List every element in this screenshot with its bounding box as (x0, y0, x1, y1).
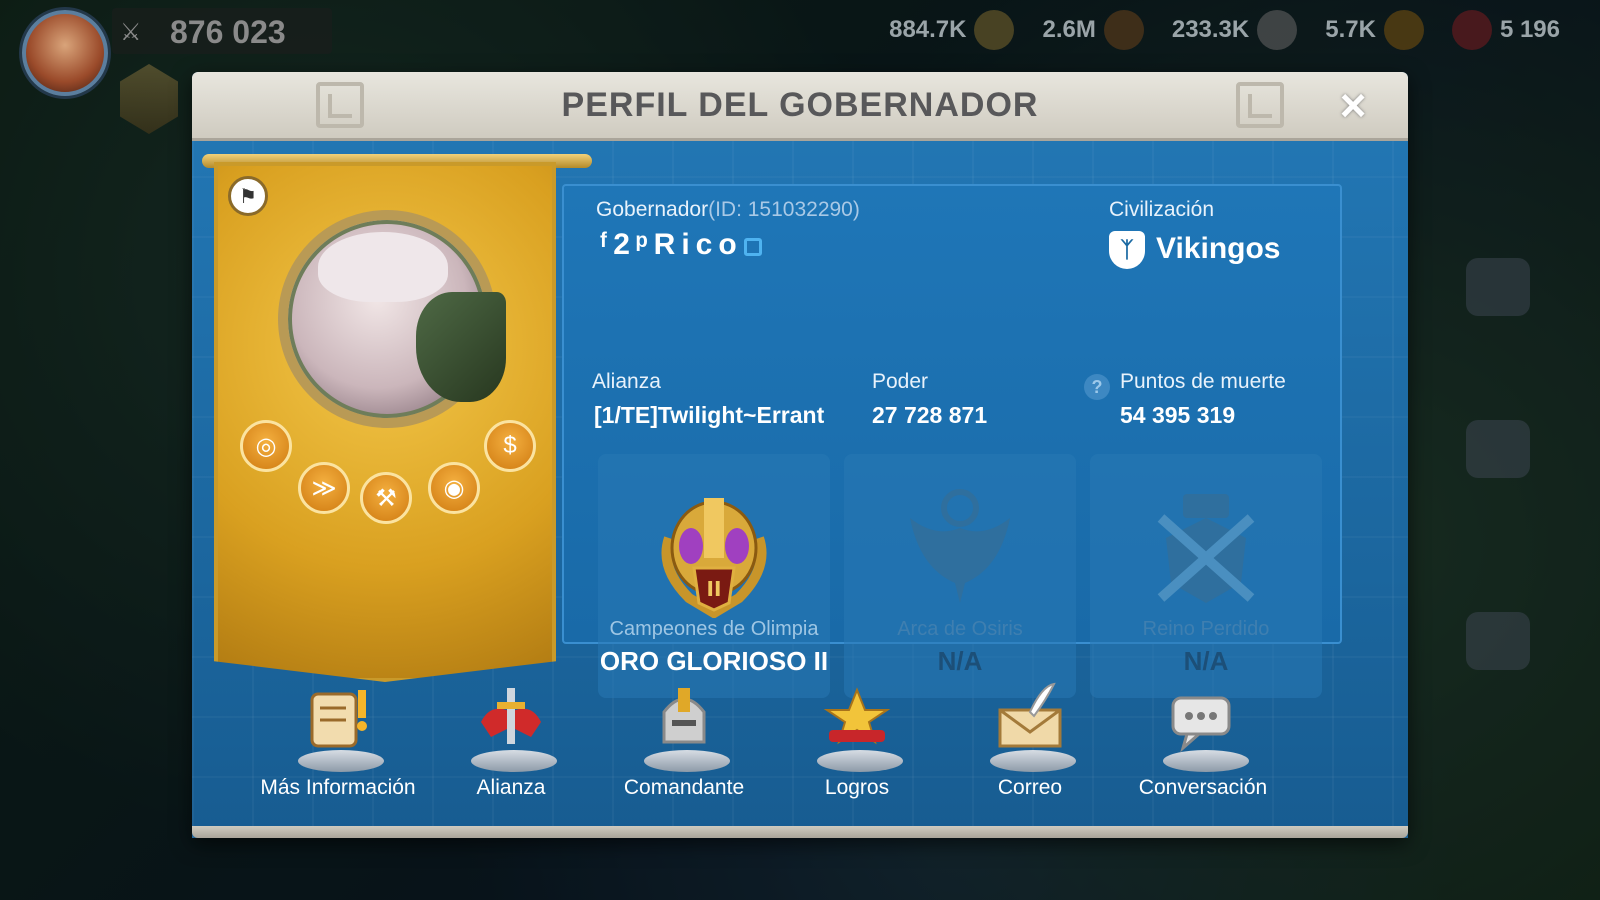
power-value: 876 023 (170, 14, 286, 50)
svg-text:II: II (707, 577, 722, 601)
gem-icon (1451, 10, 1492, 50)
resource-corn[interactable]: 884.7K (889, 10, 1015, 50)
event-card-lost-kingdom[interactable]: Reino Perdido N/A (1090, 454, 1322, 698)
portrait-hair (318, 232, 448, 302)
osiris-eagle-icon (910, 489, 1010, 603)
resource-value: 5 196 (1499, 16, 1560, 43)
dialog-title: PERFIL DEL GOBERNADOR (561, 86, 1039, 124)
event-rank: N/A (937, 646, 983, 676)
event-rank: N/A (1183, 646, 1229, 676)
action-label: Comandante (623, 776, 745, 799)
civilization-name: Vikingos (1156, 232, 1281, 265)
event-name: Campeones de Olimpia (609, 618, 819, 640)
wolf-frame-icon (416, 292, 506, 402)
event-name: Arca de Osiris (897, 618, 1023, 640)
trophy-icon (823, 687, 891, 745)
event-name: Reino Perdido (1142, 618, 1270, 640)
chat-icon (1171, 696, 1231, 753)
lost-kingdom-swords-icon (1157, 494, 1255, 603)
cavalry-badge-icon[interactable]: ◎ (240, 420, 292, 472)
resource-value: 5.7K (1325, 16, 1376, 43)
money-bag-badge-icon[interactable]: $ (484, 420, 536, 472)
governor-label-row: Gobernador(ID: 151032290) (596, 198, 860, 222)
resource-value: 884.7K (889, 16, 967, 43)
more-info-button[interactable]: Más Información (252, 680, 424, 810)
kill-points-label: Puntos de muerte (1120, 370, 1286, 393)
power-display: ⚔ 876 023 (112, 8, 332, 54)
alliance-sword-icon (481, 688, 541, 744)
action-label: Correo (997, 776, 1063, 799)
event-card-olympia[interactable]: II Campeones de Olimpia ORO GLORIOSO II (598, 454, 830, 698)
resource-wood[interactable]: 2.6M (1042, 10, 1144, 50)
governor-info-panel: Gobernador(ID: 151032290) ᶠ2ᵖRico Civili… (562, 184, 1342, 698)
resource-stone[interactable]: 233.3K (1171, 10, 1298, 50)
stone-icon (1257, 10, 1298, 50)
helmet-icon (662, 688, 706, 744)
civilization-label: Civilización (1109, 198, 1215, 221)
governor-id: (ID: 151032290) (708, 198, 860, 221)
mail-button[interactable]: Correo (944, 680, 1116, 810)
alliance-label: Alianza (592, 370, 661, 393)
olympia-helmet-icon: II (661, 498, 767, 618)
resource-gems[interactable]: 5 196 (1451, 10, 1560, 50)
rank-badge-icon[interactable]: ≫ (298, 462, 350, 514)
achievements-button[interactable]: Logros (771, 680, 943, 810)
target-badge-icon[interactable]: ◉ (428, 462, 480, 514)
governor-profile-dialog: PERFIL DEL GOBERNADOR × ⚑ ◎ ≫ ⚒ ◉ $ Gobe… (192, 72, 1408, 838)
help-icon[interactable]: ? (1084, 374, 1110, 400)
resource-bar: 884.7K 2.6M 233.3K 5.7K 5 196 (889, 10, 1560, 50)
siege-badge-icon[interactable]: ⚒ (360, 472, 412, 524)
chat-button[interactable]: Conversación (1117, 680, 1289, 810)
power-value: 27 728 871 (872, 402, 988, 428)
player-avatar[interactable] (22, 10, 108, 96)
nation-flag-icon[interactable]: ⚑ (228, 176, 268, 216)
action-label: Logros (824, 776, 890, 799)
governor-name: ᶠ2ᵖRico (600, 228, 743, 261)
close-button[interactable]: × (1330, 82, 1376, 128)
profile-actions: Más Información Alianza Comandante Logro… (252, 680, 1352, 810)
resource-gold[interactable]: 5.7K (1325, 10, 1424, 50)
resource-value: 233.3K (1171, 16, 1250, 43)
corn-shortcut-icon[interactable] (1466, 612, 1530, 670)
dialog-titlebar: PERFIL DEL GOBERNADOR × (192, 72, 1408, 141)
wood-shortcut-icon[interactable] (1466, 420, 1530, 478)
kill-points-value: 54 395 319 (1120, 402, 1236, 428)
sword-icon: ⚔ (120, 19, 142, 46)
governor-label: Gobernador (596, 198, 709, 221)
corn-icon (974, 10, 1015, 50)
resource-value: 2.6M (1042, 16, 1096, 43)
governor-portrait[interactable] (278, 210, 506, 428)
action-label: Más Información (260, 776, 416, 799)
gold-icon (1383, 10, 1424, 50)
power-label: Poder (872, 370, 929, 393)
alliance-button[interactable]: Alianza (425, 680, 597, 810)
scroll-icon (310, 690, 367, 748)
commander-button[interactable]: Comandante (598, 680, 770, 810)
action-label: Conversación (1138, 776, 1268, 799)
viking-civ-icon: ᛉ (1109, 231, 1145, 269)
action-label: Alianza (476, 776, 546, 799)
copy-icon[interactable] (744, 238, 762, 256)
alliance-value: [1/TE]Twilight~Errant (594, 402, 825, 428)
event-rank: ORO GLORIOSO II (599, 646, 829, 676)
stone-shortcut-icon[interactable] (1466, 258, 1530, 316)
event-card-osiris[interactable]: Arca de Osiris N/A (844, 454, 1076, 698)
mail-icon (998, 682, 1062, 748)
dialog-bottom-edge (192, 826, 1408, 838)
wood-icon (1103, 10, 1144, 50)
